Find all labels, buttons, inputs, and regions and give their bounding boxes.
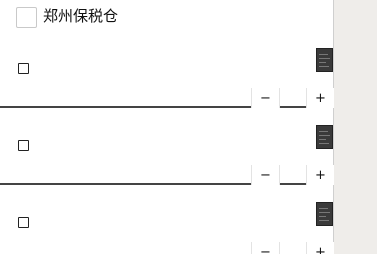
store-select-checkbox[interactable] <box>16 7 37 28</box>
increase-quantity-button[interactable]: + <box>307 165 334 185</box>
item-select-checkbox[interactable] <box>18 63 29 74</box>
store-name: 郑州保税仓 <box>43 7 119 25</box>
product-thumbnail-icon[interactable] <box>316 48 333 72</box>
decrease-quantity-button[interactable]: − <box>252 88 279 108</box>
product-thumbnail-icon[interactable] <box>316 125 333 149</box>
decrease-quantity-button[interactable]: − <box>252 242 279 254</box>
increase-quantity-button[interactable]: + <box>307 88 334 108</box>
quantity-input[interactable] <box>279 242 307 254</box>
decrease-quantity-button[interactable]: − <box>252 165 279 185</box>
cart-panel: 郑州保税仓 − + − + − + <box>0 0 334 254</box>
quantity-stepper: − + <box>251 165 334 185</box>
store-header: 郑州保税仓 <box>0 0 333 33</box>
quantity-input[interactable] <box>279 88 307 108</box>
item-select-checkbox[interactable] <box>18 140 29 151</box>
increase-quantity-button[interactable]: + <box>307 242 334 254</box>
cart-page: 郑州保税仓 − + − + − + <box>0 0 377 254</box>
quantity-stepper: − + <box>251 88 334 108</box>
quantity-input[interactable] <box>279 165 307 185</box>
product-thumbnail-icon[interactable] <box>316 202 333 226</box>
cart-item: − + <box>0 32 334 108</box>
cart-item: − + <box>0 109 334 185</box>
cart-item: − + <box>0 186 334 254</box>
item-select-checkbox[interactable] <box>18 217 29 228</box>
quantity-stepper: − + <box>251 242 334 254</box>
